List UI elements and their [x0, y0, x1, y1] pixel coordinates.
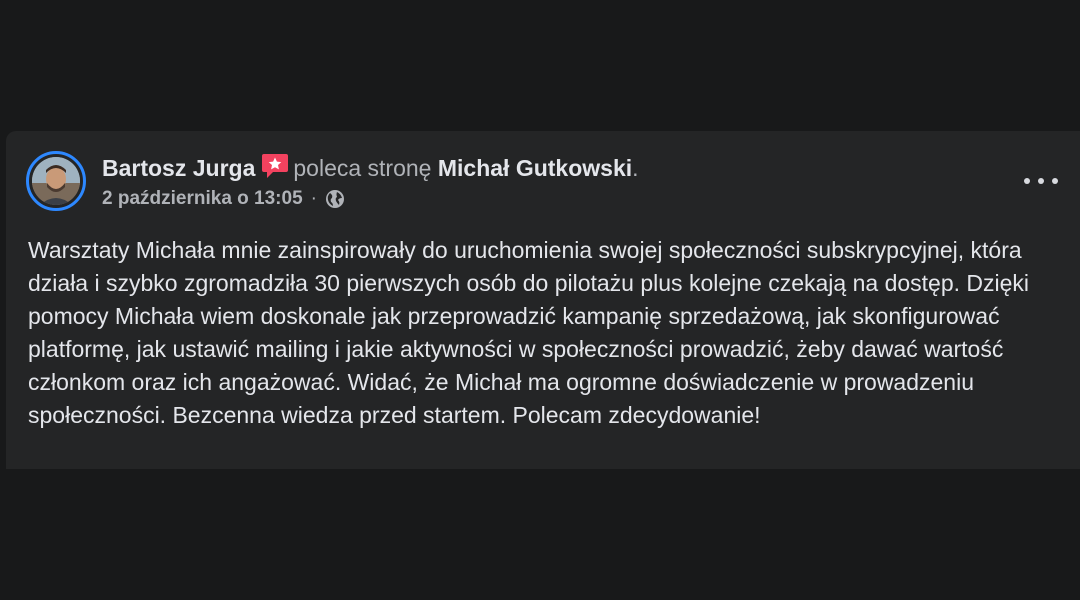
more-dot — [1052, 178, 1058, 184]
avatar-photo — [32, 157, 80, 205]
globe-icon[interactable] — [325, 189, 345, 209]
post-body-text: Warsztaty Michała mnie zainspirowały do … — [28, 237, 1030, 428]
page-name-link[interactable]: Michał Gutkowski — [438, 155, 632, 181]
recommend-star-icon — [261, 153, 289, 179]
post-meta: Bartosz Jurga poleca stronę Michał Gutkow… — [102, 151, 639, 213]
more-dot — [1038, 178, 1044, 184]
author-name-link[interactable]: Bartosz Jurga — [102, 155, 255, 181]
action-text: poleca stronę — [293, 155, 432, 181]
post-title-line: Bartosz Jurga poleca stronę Michał Gutkow… — [102, 151, 639, 185]
post-header: Bartosz Jurga poleca stronę Michał Gutkow… — [26, 151, 639, 213]
author-avatar[interactable] — [26, 151, 86, 211]
post-subline: 2 października o 13:05 · — [102, 185, 639, 213]
more-options-icon[interactable] — [1024, 169, 1058, 193]
post-timestamp-link[interactable]: 2 października o 13:05 — [102, 185, 303, 213]
post-card: Bartosz Jurga poleca stronę Michał Gutkow… — [6, 131, 1080, 469]
more-dot — [1024, 178, 1030, 184]
separator-dot: · — [310, 188, 317, 209]
title-period: . — [632, 155, 639, 181]
